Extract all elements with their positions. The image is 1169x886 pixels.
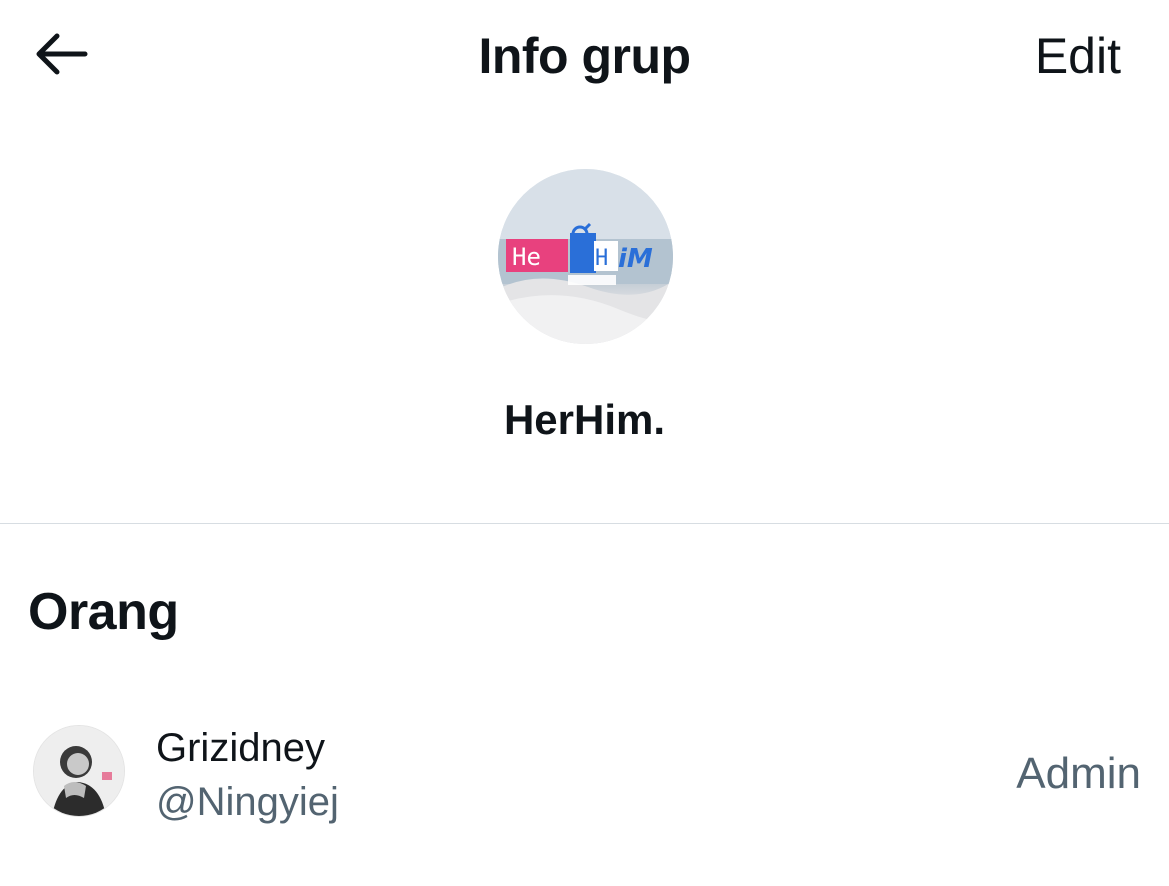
avatar[interactable] <box>33 725 125 817</box>
group-logo: He H iM <box>498 169 673 344</box>
svg-text:H: H <box>595 246 608 271</box>
member-role-badge: Admin <box>1016 749 1141 798</box>
edit-button[interactable]: Edit <box>1035 28 1121 84</box>
group-name: HerHim. <box>503 396 666 443</box>
top-bar: Info grup Edit <box>0 0 1169 112</box>
svg-text:iM: iM <box>618 244 653 274</box>
member-row[interactable]: Grizidney @Ningyiej Admin <box>0 700 1169 850</box>
page-title: Info grup <box>478 28 691 84</box>
svg-text:He: He <box>512 243 541 271</box>
member-handle: @Ningyiej <box>156 780 339 824</box>
section-divider <box>0 523 1169 524</box>
member-photo <box>34 726 124 816</box>
group-avatar[interactable]: He H iM <box>498 169 673 344</box>
member-name: Grizidney <box>156 726 325 770</box>
people-section-title: Orang <box>28 583 179 641</box>
